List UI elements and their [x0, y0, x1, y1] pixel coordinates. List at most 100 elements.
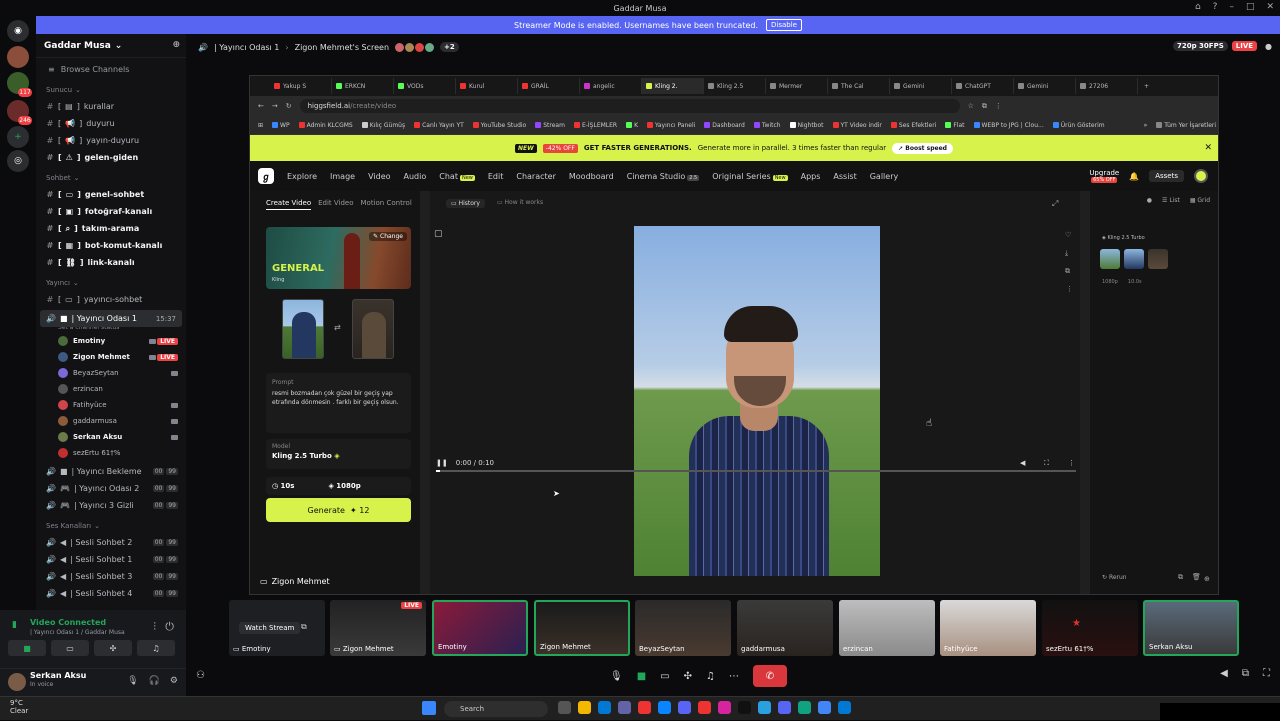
- download-icon[interactable]: ⤓: [1065, 249, 1068, 258]
- mic-icon[interactable]: 🎙: [127, 676, 138, 686]
- voice-user[interactable]: Zigon Mehmet LIVE: [36, 349, 186, 365]
- model-select[interactable]: Model Kling 2.5 Turbo ◈: [266, 439, 411, 469]
- bookmark[interactable]: Stream: [535, 122, 565, 129]
- channel-kurallar[interactable]: #[▤] kurallar: [36, 98, 186, 115]
- channel-fotograf-kanali[interactable]: #[▣] fotoğraf-kanalı: [36, 203, 186, 220]
- star-icon[interactable]: ☆: [968, 102, 974, 110]
- start-icon[interactable]: [422, 701, 436, 715]
- resolution-select[interactable]: ◈ 1080p: [328, 482, 360, 490]
- discord-home-icon[interactable]: ◉: [7, 20, 29, 42]
- nav-moodboard[interactable]: Moodboard: [569, 172, 614, 181]
- all-bookmarks[interactable]: Tüm Yer İşaretleri: [1156, 122, 1216, 129]
- video-progress-bar[interactable]: [436, 470, 1076, 472]
- view-list[interactable]: ☰ List: [1162, 197, 1180, 204]
- channel-yayinci-sohbet[interactable]: #[▭] yayıncı-sohbet: [36, 291, 186, 308]
- tab-create-video[interactable]: Create Video: [266, 199, 312, 210]
- browser-tab-active[interactable]: Kling 2.: [642, 78, 704, 94]
- reload-icon[interactable]: ↻: [286, 102, 292, 110]
- voice-channel-active[interactable]: 🔊 ■ | Yayıncı Odası 1 15:37: [40, 310, 182, 327]
- add-server-icon[interactable]: +: [7, 126, 29, 148]
- viewer-avatars[interactable]: [395, 42, 435, 52]
- bookmark[interactable]: E-İŞLEMLER: [573, 122, 617, 129]
- voice-user[interactable]: sezErtu 61†%: [36, 445, 186, 461]
- voice-channel[interactable]: 🔊 ◀ | Sesli Sohbet 4 00 99: [36, 585, 186, 602]
- channel-link-kanali[interactable]: #[⛓] link-kanalı: [36, 254, 186, 271]
- disconnect-button[interactable]: ✆: [752, 665, 787, 687]
- task-view-icon[interactable]: [558, 701, 571, 714]
- server-header[interactable]: Gaddar Musa ⌄ ⊕: [36, 34, 186, 58]
- nav-chat[interactable]: Chat New: [439, 172, 475, 181]
- app-icon[interactable]: [778, 701, 791, 714]
- category-yayinci[interactable]: Yayıncı ⌄: [36, 275, 186, 291]
- bookmark[interactable]: WEBP to JPG | Clou...: [973, 122, 1044, 129]
- bookmark[interactable]: Dashboard: [704, 122, 745, 129]
- nav-apps[interactable]: Apps: [801, 172, 821, 181]
- view-grid[interactable]: ▦ Grid: [1190, 197, 1210, 204]
- tab-how-it-works[interactable]: ▭ How it works: [497, 199, 543, 208]
- voice-channel[interactable]: 🔊 ◀ | Sesli Sohbet 3 00 99: [36, 568, 186, 585]
- voice-user[interactable]: erzincan: [36, 381, 186, 397]
- browser-tab[interactable]: ERKCN: [332, 78, 394, 94]
- channel-bot-komut[interactable]: #[▦] bot-komut-kanalı: [36, 237, 186, 254]
- browser-tab[interactable]: 27206: [1076, 78, 1138, 94]
- menu-icon[interactable]: ⋮: [995, 102, 1002, 110]
- higgsfield-logo-icon[interactable]: ℊ: [258, 168, 274, 184]
- participant-tile[interactable]: Zigon Mehmet: [534, 600, 630, 656]
- browser-tab[interactable]: Gemini: [1014, 78, 1076, 94]
- activities-icon[interactable]: ✣: [684, 671, 692, 682]
- back-icon[interactable]: ←: [258, 102, 264, 110]
- soundboard-button[interactable]: ♫: [137, 640, 175, 656]
- nav-character[interactable]: Character: [516, 172, 556, 181]
- category-ses[interactable]: Ses Kanalları ⌄: [36, 518, 186, 534]
- select-checkbox-icon[interactable]: ▢: [434, 229, 443, 239]
- participant-tile[interactable]: Serkan Aksu: [1143, 600, 1239, 656]
- voice-user[interactable]: gaddarmusa: [36, 413, 186, 429]
- nav-explore[interactable]: Explore: [287, 172, 317, 181]
- zoom-icon[interactable]: ⊕: [1204, 575, 1210, 583]
- gear-icon[interactable]: ⚙: [170, 676, 178, 686]
- participant-tile[interactable]: LIVE ▭ Zigon Mehmet: [330, 600, 426, 656]
- noise-suppression-icon[interactable]: ⫶: [153, 620, 156, 634]
- browse-channels[interactable]: ≡ Browse Channels: [36, 60, 186, 78]
- voice-user[interactable]: Serkan Aksu: [36, 429, 186, 445]
- mic-icon[interactable]: 🎙: [610, 671, 623, 682]
- explorer-icon[interactable]: [578, 701, 591, 714]
- fullscreen-icon[interactable]: ⛶: [1263, 668, 1270, 679]
- tab-motion-control[interactable]: Motion Control: [361, 199, 412, 210]
- invite-icon[interactable]: ⚇: [196, 670, 205, 681]
- bookmark[interactable]: Admin KLCGMS: [298, 122, 353, 129]
- browser-tab[interactable]: VODs: [394, 78, 456, 94]
- channel-duyuru[interactable]: #[📢] duyuru: [36, 115, 186, 132]
- bookmark[interactable]: Flat: [945, 122, 965, 129]
- participant-tile[interactable]: BeyazSeytan: [635, 600, 731, 656]
- participant-tile[interactable]: erzincan: [839, 600, 935, 656]
- browser-tab[interactable]: Mermer: [766, 78, 828, 94]
- help-icon[interactable]: ?: [1213, 2, 1218, 12]
- more-icon[interactable]: ⋮: [1066, 285, 1073, 293]
- discover-icon[interactable]: ◎: [7, 150, 29, 172]
- toggle-icon[interactable]: ●: [1147, 197, 1152, 204]
- inbox-icon[interactable]: ⌂: [1195, 2, 1201, 12]
- fullscreen-icon[interactable]: ⛶: [1044, 459, 1049, 468]
- nav-audio[interactable]: Audio: [404, 172, 427, 181]
- signal-icon[interactable]: ▮: [12, 620, 17, 630]
- chat-bubble-icon[interactable]: ●: [1265, 42, 1272, 51]
- screen-share-icon[interactable]: ▭: [660, 671, 669, 682]
- voice-user[interactable]: BeyazSeytan: [36, 365, 186, 381]
- chrome-icon[interactable]: [818, 701, 831, 714]
- popout-icon[interactable]: ⧉: [1242, 668, 1249, 679]
- bookmark[interactable]: Ürün Gösterim: [1052, 122, 1105, 129]
- screen-share-button[interactable]: ▭: [51, 640, 89, 656]
- headphones-icon[interactable]: 🎧: [149, 676, 160, 686]
- address-bar[interactable]: higgsfield.ai/create/video: [299, 99, 960, 113]
- participant-tile[interactable]: gaddarmusa: [737, 600, 833, 656]
- expand-icon[interactable]: ⤢: [1052, 199, 1058, 209]
- camera-icon[interactable]: ■: [637, 671, 646, 682]
- browser-tab[interactable]: Kurul: [456, 78, 518, 94]
- nav-cinema-studio[interactable]: Cinema Studio 2.5: [627, 172, 700, 181]
- bookmark[interactable]: K: [626, 122, 638, 129]
- teams-icon[interactable]: [618, 701, 631, 714]
- nav-edit[interactable]: Edit: [488, 172, 504, 181]
- weather-widget[interactable]: 9°C Clear: [10, 699, 28, 715]
- voice-channel[interactable]: 🔊 🎮 | Yayıncı 3 Gizli 00 99: [36, 497, 186, 514]
